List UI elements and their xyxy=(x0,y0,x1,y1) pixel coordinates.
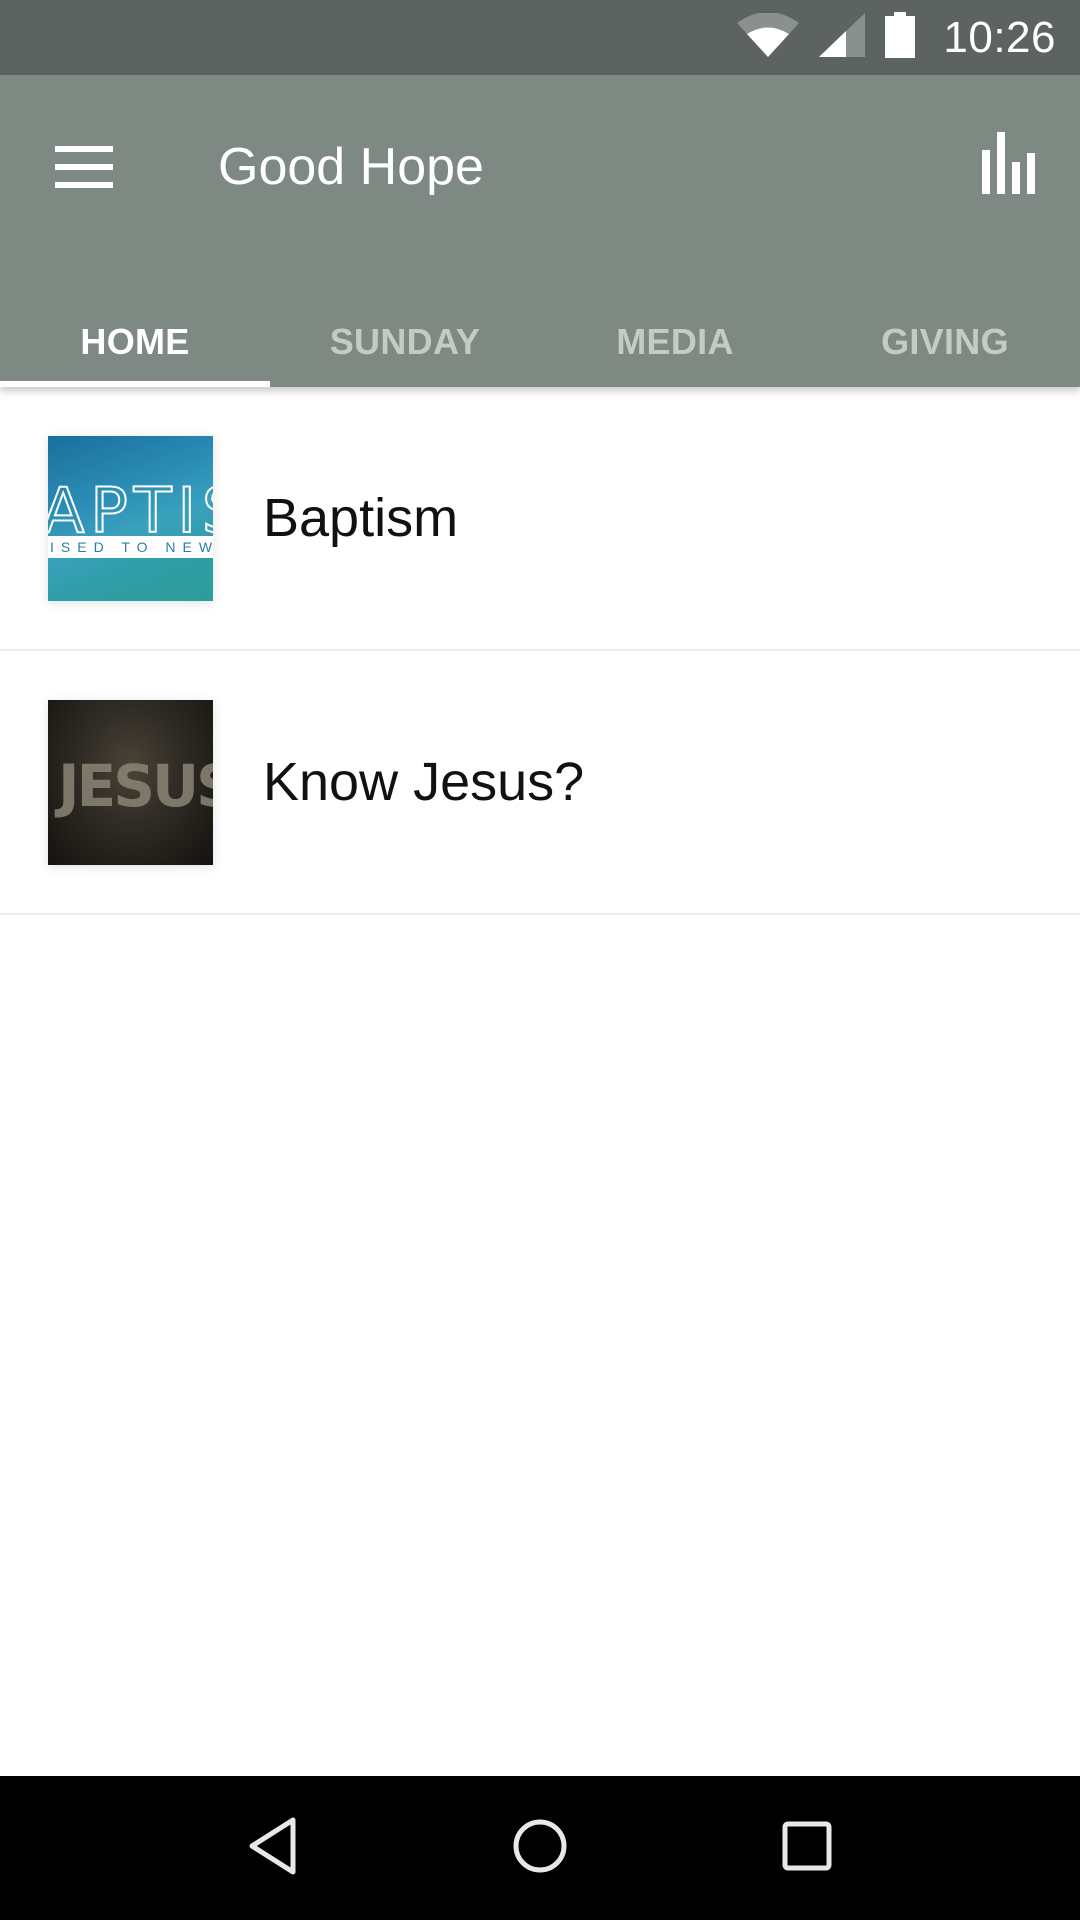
list-item-title: Baptism xyxy=(263,488,459,548)
content-list: APTIS ISED TO NEW L Baptism JESUS Know J… xyxy=(0,387,1080,915)
cell-signal-icon xyxy=(819,13,866,62)
baptism-thumbnail: APTIS ISED TO NEW L xyxy=(48,435,213,601)
system-nav-bar xyxy=(0,1776,1080,1920)
thumbnail-subtext: ISED TO NEW L xyxy=(48,535,213,558)
tab-sunday[interactable]: SUNDAY xyxy=(270,297,540,387)
app-bar: Good Hope HOME SUNDAY MEDIA GIVING xyxy=(0,75,1080,387)
tab-giving[interactable]: GIVING xyxy=(810,297,1080,387)
menu-button[interactable] xyxy=(40,125,128,213)
tab-media[interactable]: MEDIA xyxy=(540,297,810,387)
app-title: Good Hope xyxy=(218,138,484,196)
recents-icon xyxy=(782,1821,832,1876)
bar-chart-icon xyxy=(982,131,1038,199)
battery-icon xyxy=(885,12,916,63)
hamburger-menu-icon xyxy=(55,145,113,193)
jesus-thumbnail: JESUS xyxy=(48,699,213,865)
stats-button[interactable] xyxy=(960,115,1060,215)
list-item-baptism[interactable]: APTIS ISED TO NEW L Baptism xyxy=(0,387,1080,651)
tab-bar: HOME SUNDAY MEDIA GIVING xyxy=(0,297,1080,387)
home-button[interactable] xyxy=(480,1788,600,1908)
status-icons: 10:26 xyxy=(737,0,1056,75)
recents-button[interactable] xyxy=(747,1788,867,1908)
back-button[interactable] xyxy=(213,1788,333,1908)
list-item-title: Know Jesus? xyxy=(263,752,585,812)
status-time: 10:26 xyxy=(943,12,1056,62)
back-icon xyxy=(247,1817,299,1880)
wifi-icon xyxy=(737,12,800,62)
status-bar: 10:26 xyxy=(0,0,1080,75)
home-icon xyxy=(512,1818,568,1879)
list-item-know-jesus[interactable]: JESUS Know Jesus? xyxy=(0,651,1080,915)
thumbnail-text: JESUS xyxy=(58,751,213,820)
tab-home[interactable]: HOME xyxy=(0,297,270,387)
